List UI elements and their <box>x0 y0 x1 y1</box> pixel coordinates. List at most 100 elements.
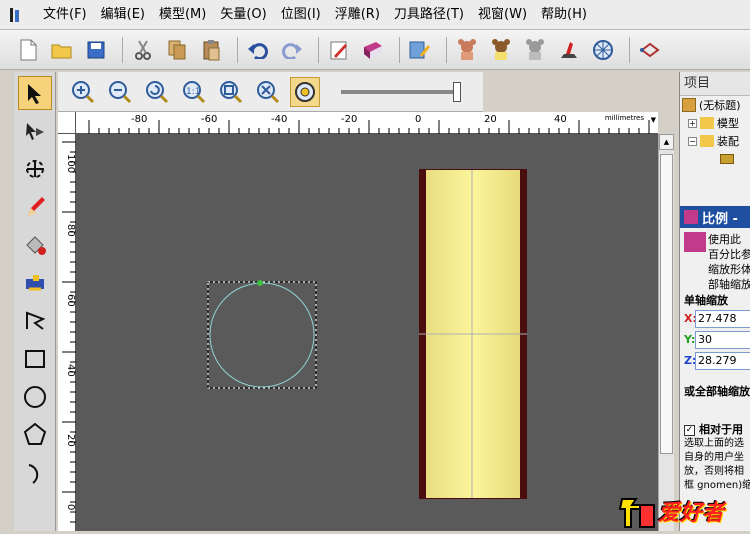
redo-icon[interactable] <box>278 35 306 65</box>
zoom-previous-icon[interactable] <box>142 77 172 107</box>
paste-icon[interactable] <box>197 35 225 65</box>
collapse-icon[interactable]: − <box>688 136 697 146</box>
circle-start-node[interactable] <box>257 280 263 286</box>
rectangle-icon[interactable] <box>18 342 52 376</box>
assembly-icon <box>700 135 714 147</box>
circle-icon[interactable] <box>18 380 52 414</box>
relief-panel[interactable] <box>419 169 527 499</box>
menu-relief[interactable]: 浮雕(R) <box>328 0 387 30</box>
view-settings-icon[interactable] <box>290 76 320 107</box>
menu-window[interactable]: 视窗(W) <box>471 0 534 30</box>
select-arrow-icon[interactable] <box>18 76 52 110</box>
zoom-in-icon[interactable] <box>68 77 98 107</box>
horizontal-ruler-ticks: -80 -60 -40 -20 0 20 40 <box>88 114 670 134</box>
wizard-icon[interactable] <box>406 35 434 65</box>
open-folder-icon[interactable] <box>48 35 76 65</box>
project-panel: 项目 (无标题) + 模型 − 装配 比例 - 使用此 百分比参数在 缩放形体，… <box>679 72 750 531</box>
single-axis-label: 单轴缩放 <box>684 294 728 307</box>
globe-icon[interactable] <box>589 35 617 65</box>
fill-bucket-icon[interactable] <box>18 228 52 262</box>
y-scale-input[interactable]: 30 <box>695 331 750 349</box>
zoom-out-icon[interactable] <box>105 77 135 107</box>
svg-text:1:1: 1:1 <box>186 87 200 97</box>
bear-relief-icon[interactable] <box>487 35 515 65</box>
zoom-1to1-icon[interactable]: 1:1 <box>179 77 209 107</box>
menu-toolpaths[interactable]: 刀具路径(T) <box>387 0 471 30</box>
document-icon <box>682 98 696 112</box>
bitmap-tool-icon[interactable] <box>18 266 52 300</box>
menu-edit[interactable]: 编辑(E) <box>94 0 152 30</box>
tree-item-label: 装配 <box>717 135 739 148</box>
red-tool-icon[interactable] <box>555 35 583 65</box>
h-tick-label: -40 <box>271 114 287 125</box>
drawing-toolbox <box>14 72 56 531</box>
zoom-slider-thumb[interactable] <box>453 81 461 102</box>
cut-icon[interactable] <box>129 35 157 65</box>
tree-item-label: 模型 <box>717 117 739 130</box>
save-icon[interactable] <box>82 35 110 65</box>
toolbar-separator <box>237 36 238 63</box>
teddy-bear-relief-icon[interactable] <box>453 35 481 65</box>
project-panel-title: 项目 <box>680 72 750 96</box>
canvas-drawing <box>207 169 527 499</box>
h-tick-label: 20 <box>484 114 497 125</box>
circle-vector <box>209 282 315 388</box>
toolbar-separator <box>318 36 319 63</box>
x-axis-label: X: <box>684 312 697 325</box>
node-edit-icon[interactable] <box>18 114 52 148</box>
vertical-ruler-ticks: 100 80 60 40 20 0 <box>62 141 76 533</box>
vertical-ruler: 100 80 60 40 20 0 <box>58 134 76 533</box>
toolbar-separator <box>629 36 630 63</box>
polygon-icon[interactable] <box>18 418 52 452</box>
z-scale-input[interactable]: 28.279 <box>695 352 750 370</box>
scrollbar-thumb[interactable] <box>660 154 673 454</box>
selected-circle-vector[interactable] <box>207 280 317 389</box>
h-tick-label: 40 <box>554 114 567 125</box>
scale-description-row: 使用此 百分比参数在 缩放形体，或 部轴缩放形体 <box>684 232 750 292</box>
copy-icon[interactable] <box>163 35 191 65</box>
relative-checkbox-row: ✓ 相对于用 <box>684 423 750 437</box>
vertical-scrollbar[interactable]: ▲ <box>658 134 674 531</box>
transform-icon[interactable] <box>18 152 52 186</box>
ruler-units-label: millimetres <box>604 114 644 122</box>
scale-help-book-icon <box>684 232 706 252</box>
x-scale-input[interactable]: 27.478 <box>695 310 750 328</box>
y-scale-row: Y: 30 <box>684 330 750 350</box>
h-tick-label: -60 <box>201 114 217 125</box>
zoom-slider[interactable] <box>341 81 461 102</box>
pencil-icon[interactable] <box>18 190 52 224</box>
polyline-icon[interactable] <box>18 304 52 338</box>
v-tick-label: 40 <box>65 364 76 377</box>
expand-icon[interactable]: + <box>688 118 697 128</box>
edit-notes-icon[interactable] <box>325 35 353 65</box>
undo-icon[interactable] <box>244 35 272 65</box>
menu-bitmap[interactable]: 位图(I) <box>274 0 328 30</box>
all-axes-label: 或全部轴缩放 <box>684 385 750 398</box>
relative-checkbox[interactable]: ✓ <box>684 424 695 436</box>
arc-icon[interactable] <box>18 456 52 490</box>
watermark-mascot-icon <box>618 497 655 528</box>
view-toolbar: 1:1 <box>58 72 483 112</box>
tree-item-models[interactable]: + 模型 <box>680 114 750 132</box>
menu-model[interactable]: 模型(M) <box>152 0 213 30</box>
zoom-fit-icon[interactable] <box>216 77 246 107</box>
zoom-all-icon[interactable] <box>253 77 283 107</box>
2d-view-canvas[interactable] <box>76 134 658 531</box>
v-tick-label: 60 <box>65 294 76 307</box>
tree-item-component[interactable] <box>680 150 750 168</box>
book-icon[interactable] <box>359 35 387 65</box>
watermark-logo: 爱好者 <box>618 490 750 531</box>
menu-file[interactable]: 文件(F) <box>36 0 94 30</box>
tree-item-root[interactable]: (无标题) <box>680 96 750 114</box>
scale-book-icon <box>684 210 698 224</box>
tree-item-assembly[interactable]: − 装配 <box>680 132 750 150</box>
bear-gray-icon[interactable] <box>521 35 549 65</box>
scale-panel-body: 使用此 百分比参数在 缩放形体，或 部轴缩放形体 单轴缩放 X: 27.478 … <box>680 228 750 531</box>
vector-tool-icon[interactable] <box>636 35 664 65</box>
new-file-icon[interactable] <box>14 35 42 65</box>
scroll-up-button[interactable]: ▲ <box>659 134 674 150</box>
menu-help[interactable]: 帮助(H) <box>534 0 594 30</box>
menu-vector[interactable]: 矢量(O) <box>213 0 273 30</box>
x-scale-row: X: 27.478 <box>684 309 750 329</box>
ruler-units-dropdown[interactable]: ▼ <box>651 116 656 124</box>
